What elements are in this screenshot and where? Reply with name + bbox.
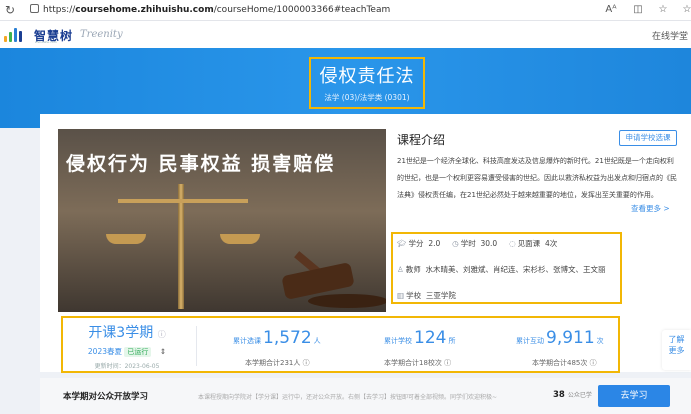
school-row: ▥ 学校 三亚学院 bbox=[397, 290, 456, 301]
scale-pan-right-graphic bbox=[220, 234, 260, 244]
course-category: 法学 (03)/法学类 (0301) bbox=[324, 93, 410, 102]
term-count: 开课3学期 ⓘ bbox=[64, 322, 190, 342]
interact-stat-note: 本学期合计485次 ⓘ bbox=[532, 358, 597, 368]
term-count-text: 开课3学期 bbox=[88, 325, 154, 341]
page-background-left bbox=[0, 128, 40, 414]
url-path: /courseHome/1000003366#teachTeam bbox=[213, 5, 391, 15]
gavel-block-graphic bbox=[308, 294, 386, 308]
view-more-link[interactable]: 查看更多 > bbox=[631, 203, 670, 214]
public-learners-count: 38 公众已学 bbox=[553, 390, 592, 400]
select-stat-value: 1,572 bbox=[263, 328, 312, 348]
site-logo-sub: zhihuishu.com bbox=[35, 40, 57, 44]
select-stat: 累计选课 1,572 人 bbox=[233, 328, 321, 348]
info-icon[interactable]: ⓘ bbox=[158, 330, 166, 339]
dropdown-arrow-icon[interactable]: ⇕ bbox=[160, 347, 166, 356]
school-stat-label: 累计学校 bbox=[384, 337, 412, 345]
select-stat-unit: 人 bbox=[313, 337, 321, 345]
school-stat-note-text: 本学期合计18校次 bbox=[384, 359, 442, 367]
school-stat-unit: 所 bbox=[448, 337, 456, 345]
reload-icon[interactable]: ↻ bbox=[2, 2, 18, 18]
select-stat-label: 累计选课 bbox=[233, 337, 261, 345]
learn-more-line2: 更多 bbox=[668, 346, 685, 355]
intro-heading: 课程介绍 bbox=[397, 133, 446, 147]
info-icon[interactable]: ⓘ bbox=[444, 359, 451, 367]
scale-pan-left-graphic bbox=[106, 234, 146, 244]
course-meta-row: 🎓︎ 学分 2.0 ◷ 学时 30.0 ◌ 见面课 4次 bbox=[397, 238, 557, 249]
chat-icon: ◌ bbox=[509, 239, 516, 248]
building-icon: ▥ bbox=[397, 291, 405, 300]
teacher-label: 教师 bbox=[405, 265, 421, 274]
teacher-names[interactable]: 水木晴美、刘雅斌、肖纪连、宋杉杉、张博文、王文丽 bbox=[426, 265, 606, 274]
hours-label: 学时 bbox=[460, 239, 476, 248]
hours-value: 30.0 bbox=[480, 239, 498, 248]
term-name: 2023春夏 bbox=[87, 347, 122, 356]
stats-divider bbox=[196, 326, 197, 366]
learn-more-float-button[interactable]: 了解 更多 bbox=[662, 330, 691, 370]
teacher-row: ♙ 教师 水木晴美、刘雅斌、肖纪连、宋杉杉、张博文、王文丽 bbox=[397, 264, 606, 275]
go-study-button[interactable]: 去学习 bbox=[598, 385, 670, 407]
favorite-star-icon[interactable]: ☆ bbox=[656, 3, 670, 17]
term-selector[interactable]: 2023春夏 已运行 ⇕ bbox=[64, 346, 190, 357]
select-stat-note-text: 本学期合计231人 bbox=[245, 359, 301, 367]
school-name[interactable]: 三亚学院 bbox=[426, 291, 456, 300]
clock-icon: ◷ bbox=[452, 239, 459, 248]
apply-school-course-button[interactable]: 申请学校选课 bbox=[619, 130, 677, 146]
school-stat: 累计学校 124 所 bbox=[384, 328, 455, 348]
info-icon[interactable]: ⓘ bbox=[590, 359, 597, 367]
term-update-date: 更新时间：2023-06-05 bbox=[94, 363, 160, 370]
address-bar[interactable]: https://coursehome.zhihuishu.com/courseH… bbox=[30, 2, 590, 18]
reader-mode-icon[interactable]: Aᴬ bbox=[604, 3, 618, 17]
meet-label: 见面课 bbox=[517, 239, 541, 248]
partner-logo: Treenity bbox=[80, 29, 123, 40]
collections-icon[interactable]: ☆ bbox=[680, 3, 691, 17]
zhihuishu-logo-icon[interactable] bbox=[4, 26, 30, 42]
intro-text: 21世纪是一个经济全球化、科技高度发达及信息爆炸的新时代。21世纪既是一个走向权… bbox=[397, 157, 677, 199]
online-school-link[interactable]: 在线学堂 bbox=[652, 29, 688, 42]
user-icon: ♙ bbox=[397, 265, 404, 274]
scale-beam-graphic bbox=[118, 199, 248, 203]
public-study-desc: 本课程授期向学院对【学分课】运行中，还对公众开放。右侧【去学习】按钮即可着全部视… bbox=[198, 394, 498, 401]
credit-value: 2.0 bbox=[428, 239, 441, 248]
url-host: coursehome.zhihuishu.com bbox=[75, 5, 214, 15]
split-screen-icon[interactable]: ◫ bbox=[631, 3, 645, 17]
select-stat-note: 本学期合计231人 ⓘ bbox=[245, 358, 310, 368]
interact-stat-label: 累计互动 bbox=[516, 337, 544, 345]
credit-label: 学分 bbox=[408, 239, 424, 248]
school-stat-value: 124 bbox=[414, 328, 447, 348]
learn-more-line1: 了解 bbox=[668, 335, 685, 344]
term-status-badge: 已运行 bbox=[124, 347, 152, 357]
school-stat-note: 本学期合计18校次 ⓘ bbox=[384, 358, 451, 368]
interact-stat-value: 9,911 bbox=[546, 328, 595, 348]
graduation-cap-icon: 🎓︎ bbox=[397, 239, 407, 248]
public-study-title: 本学期对公众开放学习 bbox=[63, 392, 149, 402]
course-cover-image: 侵权行为 民事权益 损害赔偿 bbox=[58, 129, 386, 312]
interact-stat: 累计互动 9,911 次 bbox=[516, 328, 604, 348]
course-title: 侵权责任法 bbox=[319, 66, 415, 87]
interact-stat-unit: 次 bbox=[596, 337, 604, 345]
lock-icon bbox=[30, 4, 39, 13]
public-learners-value: 38 bbox=[553, 390, 565, 400]
url-scheme: https:// bbox=[43, 5, 76, 15]
school-label: 学校 bbox=[406, 291, 422, 300]
cover-title: 侵权行为 民事权益 损害赔偿 bbox=[66, 153, 336, 175]
public-learners-label: 公众已学 bbox=[567, 392, 592, 399]
interact-stat-note-text: 本学期合计485次 bbox=[532, 359, 588, 367]
meet-value: 4次 bbox=[544, 239, 558, 248]
info-icon[interactable]: ⓘ bbox=[303, 359, 310, 367]
